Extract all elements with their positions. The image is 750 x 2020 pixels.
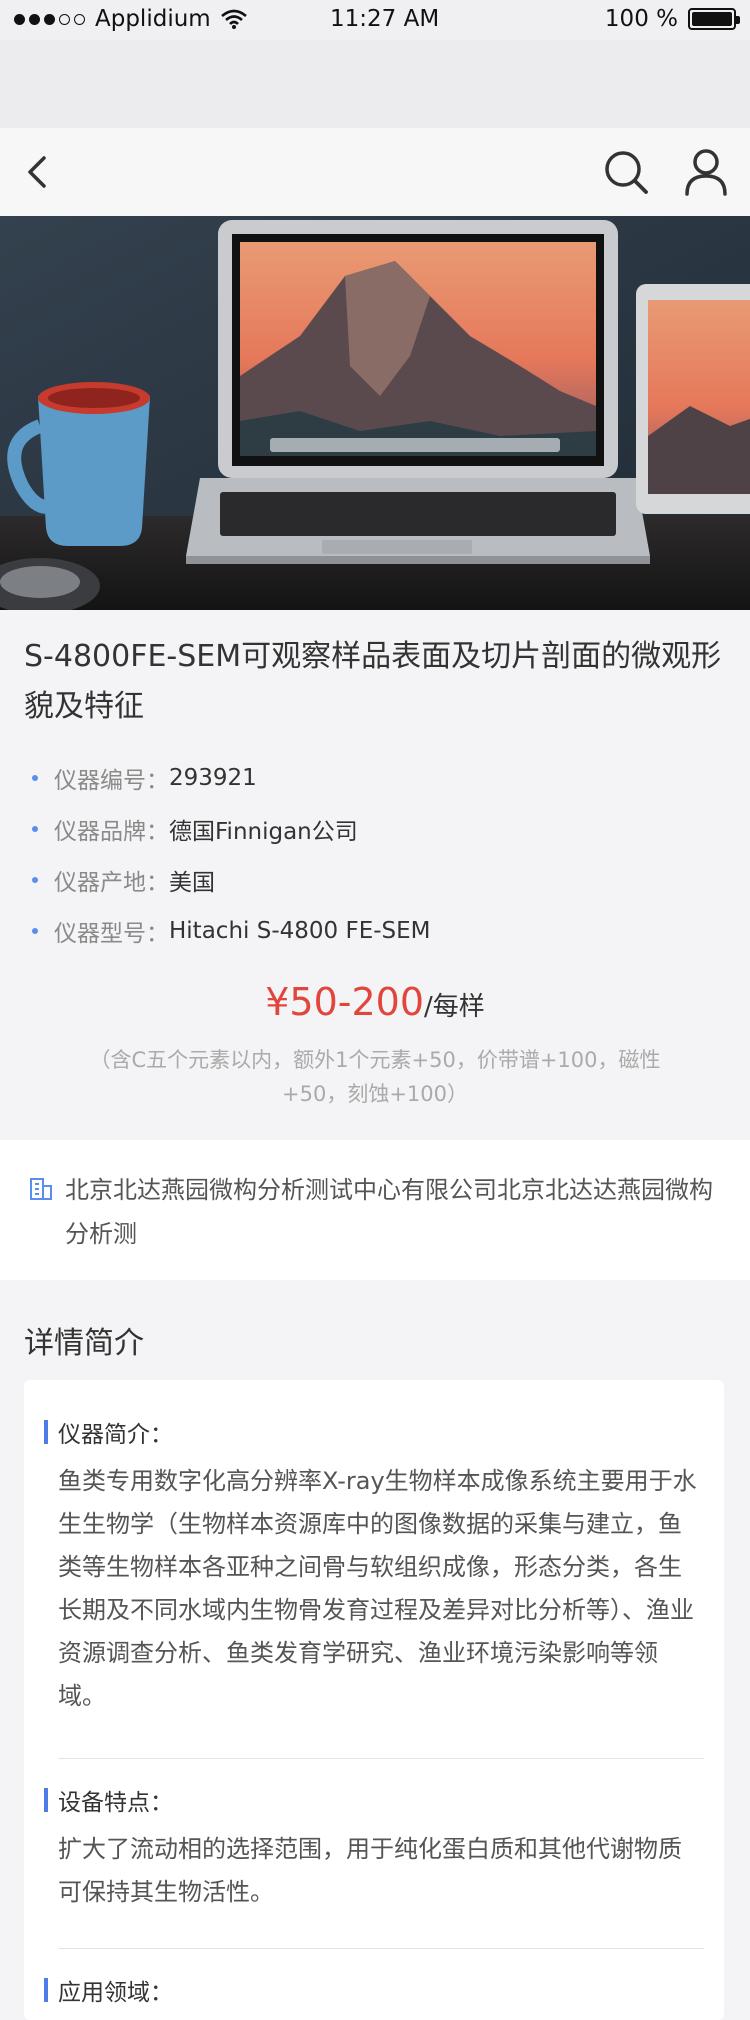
search-icon[interactable] bbox=[600, 146, 652, 198]
heading-accent bbox=[44, 1788, 48, 1812]
wifi-icon bbox=[220, 9, 247, 29]
hero-image bbox=[0, 216, 750, 610]
spec-label: 仪器品牌： bbox=[54, 818, 169, 845]
product-info: S-4800FE-SEM可观察样品表面及切片剖面的微观形貌及特征 仪器编号： 2… bbox=[0, 610, 750, 1140]
nav-bar bbox=[0, 128, 750, 216]
detail-section-intro: 仪器简介： 鱼类专用数字化高分辨率X-ray生物样本成像系统主要用于水生生物学（… bbox=[44, 1414, 704, 1718]
detail-section-applications: 应用领域： bbox=[44, 1972, 704, 2008]
section-heading-text: 应用领域： bbox=[58, 1980, 173, 2006]
bullet-icon bbox=[32, 927, 38, 934]
laptop-illustration bbox=[0, 216, 750, 610]
detail-section-features: 设备特点： 扩大了流动相的选择范围，用于纯化蛋白质和其他代谢物质可保持其生物活性… bbox=[44, 1782, 704, 1914]
spec-item: 仪器品牌： 德国Finnigan公司 bbox=[32, 803, 732, 854]
details-title: 详情简介 bbox=[24, 1326, 144, 1361]
bullet-icon bbox=[32, 774, 38, 781]
spec-list: 仪器编号： 293921 仪器品牌： 德国Finnigan公司 仪器产地： 美国… bbox=[32, 752, 732, 956]
battery-label: 100 % bbox=[604, 6, 678, 32]
section-heading: 设备特点： bbox=[44, 1782, 704, 1818]
section-heading: 仪器简介： bbox=[44, 1414, 704, 1450]
bullet-icon bbox=[32, 825, 38, 832]
header-spacer bbox=[0, 40, 750, 128]
spec-value: 德国Finnigan公司 bbox=[169, 818, 358, 845]
status-left: Applidium bbox=[14, 6, 247, 32]
section-heading-text: 设备特点： bbox=[58, 1790, 173, 1816]
section-text: 鱼类专用数字化高分辨率X-ray生物样本成像系统主要用于水生生物学（生物样本资源… bbox=[58, 1467, 697, 1710]
spec-item: 仪器型号： Hitachi S-4800 FE-SEM bbox=[32, 905, 732, 956]
carrier-label: Applidium bbox=[95, 6, 211, 32]
chevron-left-icon[interactable] bbox=[18, 150, 62, 194]
price-note: （含C五个元素以内，额外1个元素+50，价带谱+100，磁性+50，刻蚀+100… bbox=[89, 1048, 661, 1106]
spec-item: 仪器产地： 美国 bbox=[32, 854, 732, 905]
company-row[interactable]: 北京北达燕园微构分析测试中心有限公司北京北达达燕园微构分析测 bbox=[0, 1140, 750, 1280]
divider bbox=[58, 1948, 704, 1949]
signal-icon bbox=[14, 13, 85, 25]
details-section: 详情简介 仪器简介： 鱼类专用数字化高分辨率X-ray生物样本成像系统主要用于水… bbox=[0, 1280, 750, 2020]
heading-accent bbox=[44, 1978, 48, 2002]
section-text: 扩大了流动相的选择范围，用于纯化蛋白质和其他代谢物质可保持其生物活性。 bbox=[58, 1835, 682, 1906]
price-unit: /每样 bbox=[424, 992, 485, 1022]
status-time: 11:27 AM bbox=[330, 6, 440, 32]
heading-accent bbox=[44, 1420, 48, 1444]
product-title: S-4800FE-SEM可观察样品表面及切片剖面的微观形貌及特征 bbox=[24, 639, 722, 724]
spec-value: Hitachi S-4800 FE-SEM bbox=[169, 917, 431, 944]
price: ¥50-200/每样 bbox=[0, 980, 750, 1024]
spec-value: 293921 bbox=[169, 764, 257, 791]
spec-label: 仪器编号： bbox=[54, 767, 169, 794]
status-bar: Applidium 11:27 AM 100 % bbox=[0, 0, 750, 40]
status-right: 100 % bbox=[604, 6, 740, 32]
bullet-icon bbox=[32, 876, 38, 883]
details-card: 仪器简介： 鱼类专用数字化高分辨率X-ray生物样本成像系统主要用于水生生物学（… bbox=[24, 1380, 724, 2020]
spec-label: 仪器产地： bbox=[54, 869, 169, 896]
spec-label: 仪器型号： bbox=[54, 920, 169, 947]
company-name: 北京北达燕园微构分析测试中心有限公司北京北达达燕园微构分析测 bbox=[65, 1176, 713, 1248]
price-value: ¥50-200 bbox=[265, 980, 424, 1024]
spec-value: 美国 bbox=[169, 869, 215, 896]
spec-item: 仪器编号： 293921 bbox=[32, 752, 732, 803]
user-icon[interactable] bbox=[680, 146, 732, 198]
divider bbox=[58, 1758, 704, 1759]
section-heading: 应用领域： bbox=[44, 1972, 704, 2008]
building-icon bbox=[30, 1178, 52, 1200]
section-heading-text: 仪器简介： bbox=[58, 1422, 173, 1448]
battery-icon bbox=[688, 8, 740, 30]
